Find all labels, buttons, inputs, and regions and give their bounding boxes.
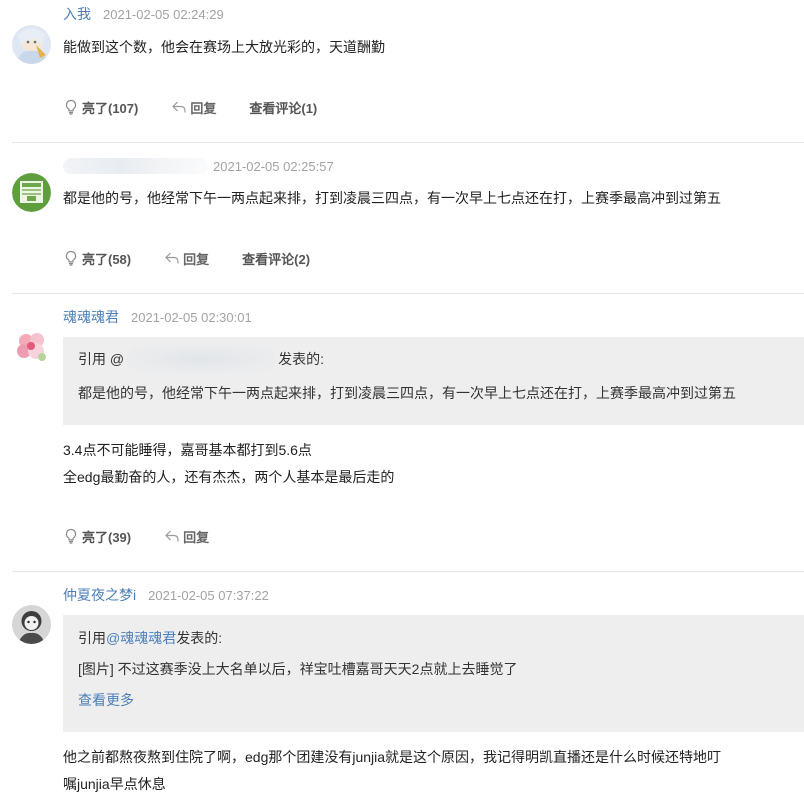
quote-block: 引用 @ 发表的: 都是他的号，他经常下午一两点起来排，打到凌晨三四点，有一次早… [63, 337, 804, 425]
quoted-username-blurred[interactable] [126, 345, 277, 373]
username-blurred[interactable] [63, 158, 208, 174]
comment-text-line-1: 他之前都熬夜熬到住院了啊，edg那个团建没有junjia就是这个原因，我记得明凯… [63, 749, 722, 765]
view-replies-link[interactable]: 查看评论(1) [249, 98, 317, 117]
reply-label: 回复 [183, 529, 210, 545]
quote-header: 引用 @魂魂魂君 发表的: [78, 629, 804, 647]
reply-button[interactable]: 回复 [164, 527, 209, 546]
like-button[interactable]: 亮了(58) [63, 249, 131, 268]
green-badge-avatar-image [12, 173, 51, 212]
avatar[interactable] [12, 605, 51, 644]
like-count: 亮了(58) [82, 251, 132, 267]
timestamp: 2021-02-05 02:25:57 [213, 158, 334, 174]
view-replies-link[interactable]: 查看评论(2) [242, 249, 310, 268]
like-button[interactable]: 亮了(39) [63, 527, 131, 546]
quoted-user-mention[interactable]: @魂魂魂君 [106, 629, 176, 647]
comment-text: 都是他的号，他经常下午一两点起来排，打到凌晨三四点，有一次早上七点还在打，上赛季… [63, 190, 721, 206]
comment-meta: 入我 2021-02-05 02:24:29 [63, 5, 224, 23]
quote-suffix: 发表的: [176, 630, 223, 646]
comment-1: 入我 2021-02-05 02:24:29 能做到这个数，他会在赛场上大放光彩… [0, 0, 804, 142]
reply-button[interactable]: 回复 [164, 249, 209, 268]
username[interactable]: 魂魂魂君 [63, 307, 119, 327]
comment-actions: 亮了(39) 回复 [63, 527, 242, 545]
comment-actions: 亮了(107) 回复 查看评论(1) [63, 98, 350, 116]
timestamp: 2021-02-05 07:37:22 [148, 587, 269, 603]
see-more-link[interactable]: 查看更多 [78, 691, 804, 709]
username[interactable]: 仲夏夜之梦i [63, 585, 136, 605]
flower-avatar-image [12, 327, 51, 366]
comment-text: 能做到这个数，他会在赛场上大放光彩的，天道酬勤 [63, 39, 385, 55]
quote-prefix: 引用 [78, 630, 106, 646]
comment-meta: 仲夏夜之梦i 2021-02-05 07:37:22 [63, 586, 269, 604]
quote-prefix: 引用 @ [78, 351, 125, 367]
view-replies-label: 查看评论(2) [242, 251, 311, 267]
reply-arrow-icon [165, 530, 179, 542]
reply-arrow-icon [172, 101, 186, 113]
timestamp: 2021-02-05 02:30:01 [131, 309, 252, 325]
reply-label: 回复 [190, 100, 217, 116]
quote-header: 引用 @ 发表的: [78, 345, 804, 373]
reply-arrow-icon [165, 252, 179, 264]
username[interactable]: 入我 [63, 4, 91, 24]
quote-text: 都是他的号，他经常下午一两点起来排，打到凌晨三四点，有一次早上七点还在打，上赛季… [78, 385, 736, 401]
avatar[interactable] [12, 173, 51, 212]
quote-block: 引用 @魂魂魂君 发表的: [图片] 不过这赛季没上大名单以后，祥宝吐槽嘉哥天天… [63, 615, 804, 732]
comment-text-line-1: 3.4点不可能睡得，嘉哥基本都打到5.6点 [63, 442, 312, 458]
comment-meta: 魂魂魂君 2021-02-05 02:30:01 [63, 308, 252, 326]
lightbulb-icon [65, 528, 77, 544]
cartoon-avatar-image [12, 605, 51, 644]
quote-text: [图片] 不过这赛季没上大名单以后，祥宝吐槽嘉哥天天2点就上去睡觉了 [78, 661, 518, 677]
comment-actions: 亮了(58) 回复 查看评论(2) [63, 249, 343, 267]
like-count: 亮了(107) [82, 100, 139, 116]
comment-3: 魂魂魂君 2021-02-05 02:30:01 引用 @ 发表的: 都是他的号… [0, 294, 804, 571]
comment-2: 2021-02-05 02:25:57 都是他的号，他经常下午一两点起来排，打到… [0, 143, 804, 293]
anime-avatar-image [12, 25, 51, 64]
avatar[interactable] [12, 25, 51, 64]
comment-meta: 2021-02-05 02:25:57 [63, 157, 334, 175]
lightbulb-icon [65, 250, 77, 266]
reply-button[interactable]: 回复 [171, 98, 216, 117]
comment-text-line-2: 嘱junjia早点休息 [63, 776, 166, 792]
quote-suffix: 发表的: [278, 351, 324, 367]
like-count: 亮了(39) [82, 529, 132, 545]
timestamp: 2021-02-05 02:24:29 [103, 6, 224, 22]
comment-4: 仲夏夜之梦i 2021-02-05 07:37:22 引用 @魂魂魂君 发表的:… [0, 572, 804, 802]
lightbulb-icon [65, 99, 77, 115]
avatar[interactable] [12, 327, 51, 366]
reply-label: 回复 [183, 251, 210, 267]
comment-text-line-2: 全edg最勤奋的人，还有杰杰，两个人基本是最后走的 [63, 469, 395, 485]
like-button[interactable]: 亮了(107) [63, 98, 138, 117]
view-replies-label: 查看评论(1) [249, 100, 318, 116]
